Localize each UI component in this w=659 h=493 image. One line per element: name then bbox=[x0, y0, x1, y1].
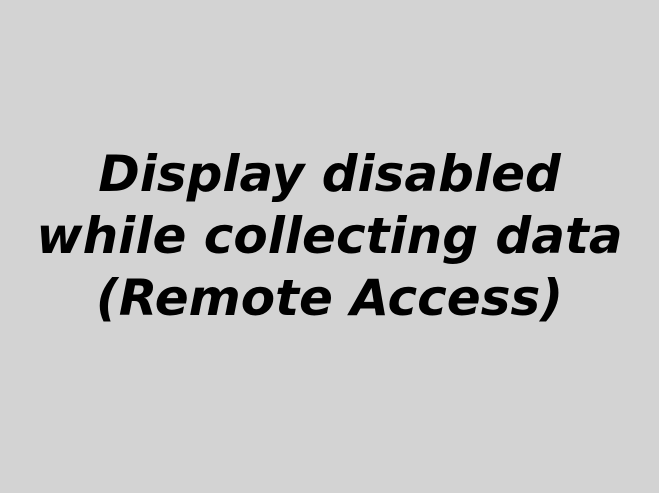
message-line-1: Display disabled bbox=[98, 145, 561, 203]
message-line-2: while collecting data bbox=[36, 207, 623, 265]
display-disabled-message: Display disabled while collecting data (… bbox=[0, 143, 659, 329]
display-disabled-screen: Display disabled while collecting data (… bbox=[0, 0, 659, 493]
message-line-3: (Remote Access) bbox=[95, 269, 564, 327]
